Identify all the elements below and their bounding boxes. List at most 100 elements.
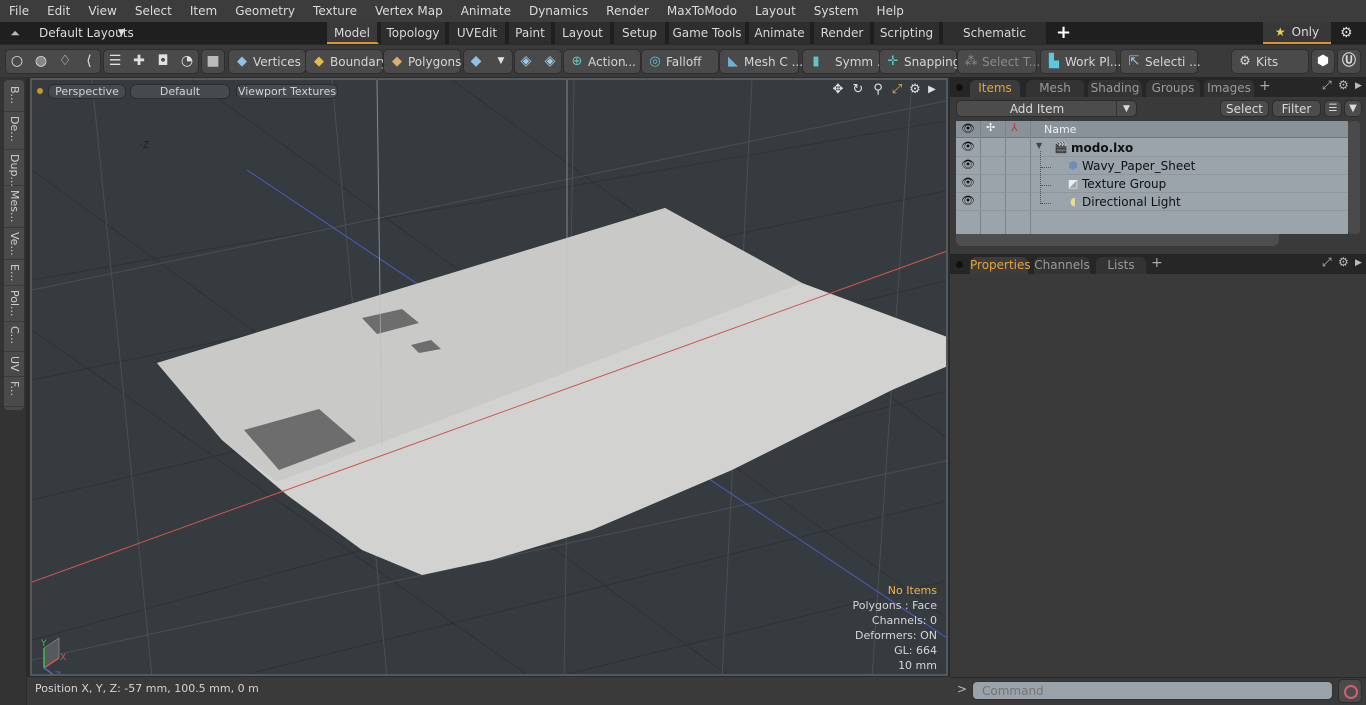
- maximize-panel-icon[interactable]: ⤢: [1322, 255, 1332, 270]
- tab-layout[interactable]: Layout: [555, 22, 612, 44]
- tab-uvedit[interactable]: UVEdit: [449, 22, 507, 44]
- command-input[interactable]: [972, 681, 1333, 700]
- item-row[interactable]: 👁 ▼ 🎬 modo.lxo: [956, 139, 1348, 157]
- chevron-down-icon[interactable]: ▼: [118, 22, 125, 44]
- collapse-up-icon[interactable]: ⏶: [8, 26, 22, 40]
- visibility-eye-icon[interactable]: 👁: [960, 158, 976, 171]
- dial-icon[interactable]: ◔: [175, 49, 199, 74]
- panel-menu-dot[interactable]: [956, 84, 963, 91]
- pan-icon[interactable]: ✥: [830, 82, 846, 98]
- select-button[interactable]: Select: [1220, 100, 1269, 117]
- tab-properties[interactable]: Properties: [970, 257, 1031, 274]
- left-tab-fusion[interactable]: F...: [4, 377, 24, 407]
- maximize-panel-icon[interactable]: ⤢: [1322, 78, 1332, 93]
- menu-vertex-map[interactable]: Vertex Map: [366, 0, 452, 22]
- chevron-down-icon[interactable]: ▼: [1116, 101, 1136, 117]
- left-tab-uv[interactable]: UV: [4, 352, 24, 377]
- menu-geometry[interactable]: Geometry: [226, 0, 304, 22]
- kits-button[interactable]: ⚙ Kits: [1231, 49, 1309, 74]
- tab-topology[interactable]: Topology: [381, 22, 447, 44]
- menu-help[interactable]: Help: [868, 0, 913, 22]
- chevron-down-icon[interactable]: ▼: [489, 49, 513, 74]
- items-horizontal-scrollbar[interactable]: [956, 234, 1279, 246]
- record-macro-button[interactable]: [1338, 679, 1362, 703]
- shading-selector[interactable]: Default: [130, 84, 230, 99]
- menu-animate[interactable]: Animate: [452, 0, 520, 22]
- panel-gear-icon[interactable]: ⚙: [1338, 255, 1349, 269]
- panel-gear-icon[interactable]: ⚙: [1338, 78, 1349, 92]
- rotate-icon[interactable]: ↻: [850, 82, 866, 98]
- circle-select-icon[interactable]: ○: [5, 49, 29, 74]
- tab-game-tools[interactable]: Game Tools: [669, 22, 747, 44]
- left-tab-deform[interactable]: De...: [4, 112, 24, 150]
- tab-channels[interactable]: Channels: [1034, 257, 1090, 274]
- filter-button[interactable]: Filter: [1272, 100, 1321, 117]
- tab-scripting[interactable]: Scripting: [874, 22, 941, 44]
- gear-icon[interactable]: ⚙: [1340, 22, 1353, 44]
- item-mode-icon[interactable]: ◆: [464, 49, 488, 74]
- tab-model[interactable]: Model: [327, 22, 379, 44]
- 3d-viewport[interactable]: Y X Z Perspective Default Viewport Textu…: [30, 78, 948, 676]
- snapping-button[interactable]: ✛ Snapping: [879, 49, 960, 74]
- left-tab-curve[interactable]: C...: [4, 322, 24, 352]
- visibility-eye-icon[interactable]: 👁: [960, 140, 976, 153]
- pen-icon[interactable]: ♢: [53, 49, 77, 74]
- textures-selector[interactable]: Viewport Textures: [236, 84, 338, 99]
- path-icon[interactable]: ⟨: [77, 49, 101, 74]
- menu-system[interactable]: System: [805, 0, 868, 22]
- tab-images[interactable]: Images: [1204, 80, 1254, 97]
- panel-menu-dot[interactable]: [956, 261, 963, 268]
- add-tab-icon[interactable]: +: [1259, 78, 1271, 94]
- left-tab-duplicate[interactable]: Dup...: [4, 150, 24, 187]
- expand-triangle-icon[interactable]: ▼: [1036, 141, 1042, 150]
- tab-shading[interactable]: Shading: [1088, 80, 1142, 97]
- funnel-icon[interactable]: ▼: [1344, 100, 1362, 117]
- item-row[interactable]: 👁 ◩ Texture Group: [956, 175, 1348, 193]
- zoom-icon[interactable]: ⚲: [870, 82, 886, 98]
- cross-unwrap-icon[interactable]: ✚: [127, 49, 151, 74]
- stack-icon[interactable]: ☰: [103, 49, 127, 74]
- menu-item[interactable]: Item: [181, 0, 226, 22]
- item-row[interactable]: 👁 ◖ Directional Light: [956, 193, 1348, 211]
- menu-select[interactable]: Select: [126, 0, 181, 22]
- select-through-button[interactable]: ⁂ Select T...: [957, 49, 1040, 74]
- transform-icon[interactable]: ◈: [514, 49, 538, 74]
- only-toggle[interactable]: ★ Only: [1263, 22, 1331, 44]
- visibility-eye-icon[interactable]: 👁: [960, 176, 976, 189]
- tab-paint[interactable]: Paint: [509, 22, 553, 44]
- lock-column-icon[interactable]: ✢: [986, 121, 995, 134]
- viewport-scene[interactable]: Y X Z: [32, 80, 948, 676]
- menu-render[interactable]: Render: [597, 0, 658, 22]
- tab-schematic-fusion[interactable]: Schematic Fusion: [943, 22, 1048, 62]
- falloff-button[interactable]: ◎ Falloff: [641, 49, 719, 74]
- mesh-constraint-button[interactable]: ◣ Mesh C ...: [719, 49, 803, 74]
- menu-file[interactable]: File: [0, 0, 38, 22]
- menu-layout[interactable]: Layout: [746, 0, 805, 22]
- left-tab-polygon[interactable]: Pol...: [4, 286, 24, 322]
- boundary-button[interactable]: ◆ Boundary: [305, 49, 388, 74]
- selection-sets-button[interactable]: ⇱ Selecti ...: [1120, 49, 1201, 74]
- expand-arrow-icon[interactable]: ▶: [924, 82, 940, 98]
- visibility-column-icon[interactable]: 👁: [961, 122, 975, 135]
- list-options-icon[interactable]: ☰: [1324, 100, 1342, 117]
- render-column-icon[interactable]: ⅄: [1011, 121, 1018, 134]
- left-tab-edge[interactable]: E...: [4, 260, 24, 286]
- action-center-button[interactable]: ⊕ Action...: [563, 49, 641, 74]
- tab-groups[interactable]: Groups: [1146, 80, 1200, 97]
- add-tab-icon[interactable]: +: [1056, 22, 1071, 44]
- viewport-options-dot[interactable]: [37, 88, 43, 94]
- symmetry-button[interactable]: ▮ Symm ...: [802, 49, 888, 74]
- add-item-button[interactable]: Add Item ▼: [956, 100, 1137, 117]
- name-column-header[interactable]: Name: [1044, 121, 1076, 138]
- left-tab-mesh[interactable]: Mes...: [4, 186, 24, 228]
- menu-texture[interactable]: Texture: [304, 0, 366, 22]
- polygons-button[interactable]: ◆ Polygons: [383, 49, 461, 74]
- panel-arrow-icon[interactable]: ▶: [1355, 81, 1362, 91]
- vertices-button[interactable]: ◆ Vertices: [228, 49, 306, 74]
- menu-dynamics[interactable]: Dynamics: [520, 0, 597, 22]
- item-row[interactable]: 👁 ⬢ Wavy_Paper_Sheet: [956, 157, 1348, 175]
- add-tab-icon[interactable]: +: [1151, 255, 1163, 271]
- maximize-icon[interactable]: ⤢: [889, 82, 905, 98]
- square-circle-icon[interactable]: ◘: [151, 49, 175, 74]
- menu-view[interactable]: View: [79, 0, 125, 22]
